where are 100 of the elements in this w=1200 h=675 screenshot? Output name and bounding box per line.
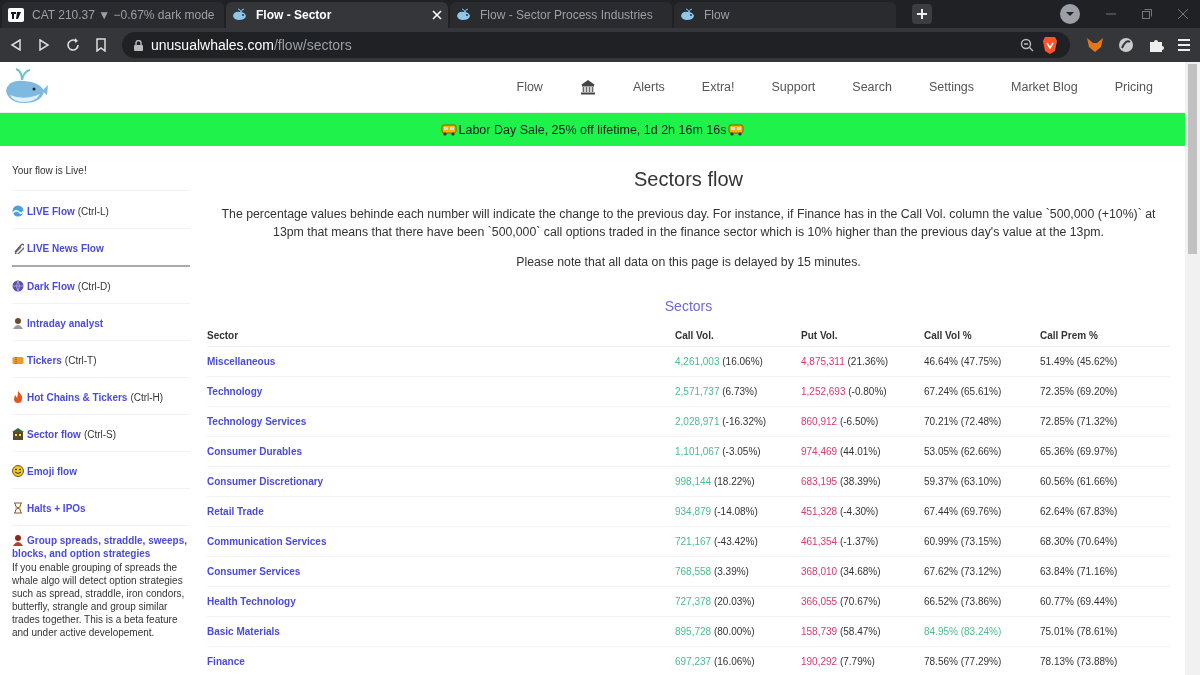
browser-tab[interactable]: Flow <box>674 2 896 28</box>
ticket-icon <box>12 354 24 366</box>
zoom-icon[interactable] <box>1020 38 1034 52</box>
browser-tab[interactable]: CAT 210.37 ▼ −0.67% dark mode <box>2 2 224 28</box>
intro-paragraph: The percentage values behinde each number will indicate the change to the previous day. For instance, if Finance has in the Call Vol. column the value `500,000 (+10%)` at 13pm that means that there have been `500,000` call options traded in the finance sector which is 10% higher than the previous day's value at the 13pm. <box>220 206 1157 241</box>
column-header: Call Vol. <box>675 330 714 341</box>
nav-link[interactable]: Pricing <box>1089 79 1165 95</box>
whale-icon <box>680 8 696 22</box>
table-cell: 84.95% (83.24%) <box>924 626 1002 637</box>
back-icon[interactable] <box>10 39 22 51</box>
building-icon <box>12 428 24 440</box>
sidebar-link[interactable]: LIVE News Flow <box>27 242 104 254</box>
globe-icon <box>12 280 24 292</box>
whale-icon <box>456 8 472 22</box>
chart-logo-icon <box>8 8 24 22</box>
shortcut-label: (Ctrl-S) <box>83 428 117 440</box>
maximize-icon[interactable] <box>1142 9 1152 19</box>
fox-icon[interactable] <box>1086 37 1104 53</box>
sidebar-link[interactable]: Sector flow <box>27 428 81 440</box>
table-cell: 895,728 (80.00%) <box>675 626 755 637</box>
close-icon[interactable] <box>432 10 442 20</box>
sidebar-link[interactable]: Tickers <box>27 354 62 366</box>
sector-link[interactable]: Consumer Services <box>207 566 301 577</box>
address-bar[interactable]: unusualwhales.com/flow/sectors <box>122 32 1070 58</box>
sidebar-link[interactable]: Emoji flow <box>27 465 77 477</box>
live-status-text: Your flow is Live! <box>12 165 190 191</box>
table-cell: 860,912 (-6.50%) <box>801 416 879 427</box>
nav-link[interactable]: Flow <box>491 79 555 95</box>
table-cell: 368,010 (34.68%) <box>801 566 881 577</box>
table-cell: 60.56% (61.66%) <box>1040 476 1118 487</box>
sidebar-link[interactable]: Halts + IPOs <box>27 502 86 514</box>
table-cell: 68.30% (70.64%) <box>1040 536 1118 547</box>
nav-link[interactable]: Market Blog <box>986 79 1090 95</box>
table-cell: 46.64% (47.75%) <box>924 356 1002 367</box>
paperclip-icon <box>12 242 24 254</box>
sidebar-link[interactable]: Hot Chains & Tickers <box>27 391 128 403</box>
table-cell: 72.35% (69.20%) <box>1040 386 1118 397</box>
reload-icon[interactable] <box>66 38 80 52</box>
column-header: Sector <box>207 330 239 341</box>
sector-link[interactable]: Finance <box>207 656 245 667</box>
lion-shield-icon[interactable] <box>1042 36 1058 54</box>
table-cell: 768,558 (3.39%) <box>675 566 749 577</box>
sector-link[interactable]: Miscellaneous <box>207 356 276 367</box>
menu-icon[interactable] <box>1178 38 1190 52</box>
sector-link[interactable]: Communication Services <box>207 536 327 547</box>
table-cell: 934,879 (-14.08%) <box>675 506 758 517</box>
table-cell: 2,028,971 (-16.32%) <box>675 416 767 427</box>
feature-description: If you enable grouping of spreads the whale algo will detect option strategies such as spread, straddle, iron condors, butterfly, strangle and group similar trades together. This is a beta feature and under active developement. <box>12 561 186 639</box>
sidebar-link[interactable]: Intraday analyst <box>27 317 104 329</box>
table-cell: 158,739 (58.47%) <box>801 626 881 637</box>
sector-link[interactable]: Basic Materials <box>207 626 280 637</box>
sidebar-link[interactable]: LIVE Flow <box>27 205 75 217</box>
nav-link[interactable]: Alerts <box>607 79 677 95</box>
browser-tab[interactable]: Flow - Sector Process Industries <box>450 2 672 28</box>
url-text: unusualwhales.com/flow/sectors <box>151 37 352 53</box>
sector-link[interactable]: Consumer Discretionary <box>207 476 324 487</box>
sidebar-link[interactable]: Dark Flow <box>27 280 75 292</box>
wave-icon <box>12 205 24 217</box>
table-cell: 697,237 (16.06%) <box>675 656 755 667</box>
nav-link[interactable]: Settings <box>903 79 987 95</box>
table-cell: 66.52% (73.86%) <box>924 596 1002 607</box>
table-cell: 451,328 (-4.30%) <box>801 506 879 517</box>
table-cell: 974,469 (44.01%) <box>801 446 881 457</box>
table-cell: 63.84% (71.16%) <box>1040 566 1118 577</box>
table-cell: 2,571,737 (6.73%) <box>675 386 758 397</box>
table-cell: 683,195 (38.39%) <box>801 476 881 487</box>
nav-link[interactable]: Extra! <box>676 79 747 95</box>
browser-tab[interactable]: Flow - Sector <box>226 2 448 28</box>
hourglass-icon <box>12 502 24 514</box>
scrollbar[interactable] <box>1185 62 1200 675</box>
profile-dropdown-icon[interactable] <box>1060 4 1080 24</box>
bookmark-icon[interactable] <box>96 38 106 52</box>
puzzle-icon[interactable] <box>1148 37 1164 53</box>
bank-icon[interactable] <box>579 79 596 95</box>
extension-circle-icon[interactable] <box>1118 37 1134 53</box>
flame-icon <box>12 391 24 403</box>
table-cell: 4,875,311 (21.36%) <box>801 356 889 367</box>
person-icon <box>12 317 24 329</box>
sector-link[interactable]: Health Technology <box>207 596 296 607</box>
forward-icon[interactable] <box>38 39 50 51</box>
person-icon <box>12 534 24 546</box>
table-cell: 190,292 (7.79%) <box>801 656 875 667</box>
table-cell: 78.13% (73.88%) <box>1040 656 1118 667</box>
sale-banner-text: Labor Day Sale, 25% off lifetime, 1d 2h 16m 16s <box>458 122 727 137</box>
new-tab-icon[interactable] <box>912 4 932 24</box>
table-cell: 59.37% (63.10%) <box>924 476 1002 487</box>
table-cell: 60.77% (69.44%) <box>1040 596 1118 607</box>
table-cell: 75.01% (78.61%) <box>1040 626 1118 637</box>
table-cell: 1,252,693 (-0.80%) <box>801 386 887 397</box>
nav-link[interactable]: Search <box>827 79 904 95</box>
sector-link[interactable]: Consumer Durables <box>207 446 303 457</box>
shortcut-label: (Ctrl-T) <box>64 354 97 366</box>
sidebar-link[interactable]: Group spreads, straddle, sweeps, blocks, and option strategies <box>12 534 190 560</box>
sector-link[interactable]: Technology Services <box>207 416 307 427</box>
bus-icon <box>728 123 745 136</box>
close-window-icon[interactable] <box>1178 9 1188 19</box>
nav-link[interactable]: Support <box>746 79 828 95</box>
column-header: Put Vol. <box>801 330 838 341</box>
sector-link[interactable]: Technology <box>207 386 263 397</box>
sector-link[interactable]: Retail Trade <box>207 506 264 517</box>
